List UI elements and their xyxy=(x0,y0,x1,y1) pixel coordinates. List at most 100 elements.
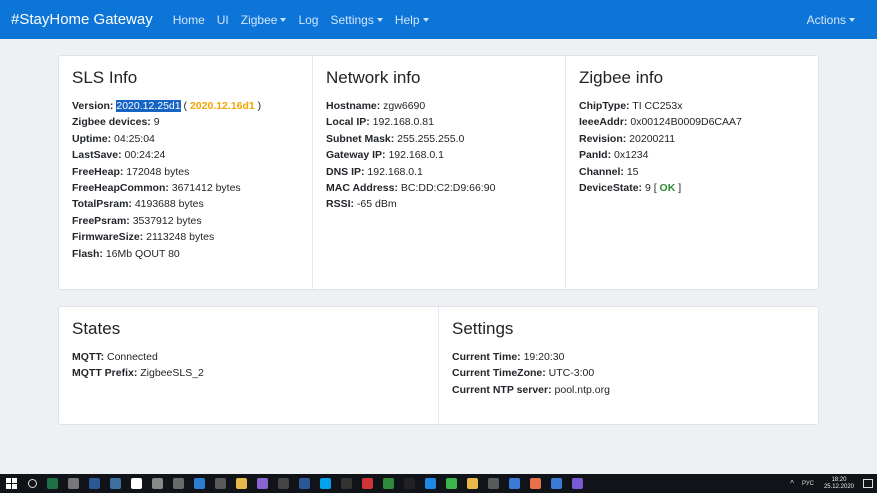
nav-ui-label: UI xyxy=(216,12,229,27)
chevron-down-icon xyxy=(376,17,383,22)
nav-help[interactable]: Help xyxy=(395,13,429,27)
nav-ui[interactable]: UI xyxy=(217,13,229,27)
row-label: DNS IP: xyxy=(326,165,365,178)
zigbee-info-panel: Zigbee info ChipType: TI CC253x IeeeAddr… xyxy=(566,56,818,289)
chrome-icon[interactable] xyxy=(467,478,478,489)
row-value: 0x00124B0009D6CAA7 xyxy=(627,116,742,129)
version-value: 2020.12.25d1 xyxy=(116,100,181,112)
clock[interactable]: 18:20 25.12.2020 xyxy=(824,477,854,491)
info-row: Local IP: 192.168.0.81 xyxy=(326,114,552,130)
row-value: zgw6690 xyxy=(380,100,426,112)
row-label: MAC Address: xyxy=(326,182,398,195)
chevron-up-icon[interactable]: ^ xyxy=(790,479,794,488)
skype-icon[interactable] xyxy=(320,478,331,489)
info-row: FreePsram: 3537912 bytes xyxy=(72,213,299,229)
row-label: Current TimeZone: xyxy=(452,367,546,380)
notification-icon[interactable] xyxy=(863,479,873,488)
status-badge: OK xyxy=(659,182,676,195)
app-icon[interactable] xyxy=(257,478,268,489)
info-row: FreeHeapCommon: 3671412 bytes xyxy=(72,180,299,196)
nav-home-label: Home xyxy=(172,12,205,27)
app-icon[interactable] xyxy=(278,478,289,489)
edge-icon[interactable] xyxy=(425,478,436,489)
row-value: UTC-3:00 xyxy=(545,367,595,380)
language-indicator[interactable]: РУС xyxy=(802,481,814,487)
info-row: PanId: 0x1234 xyxy=(579,147,805,163)
info-row: TotalPsram: 4193688 bytes xyxy=(72,196,299,212)
states-title: States xyxy=(72,319,121,338)
app-icon[interactable] xyxy=(572,478,583,489)
nav-zigbee[interactable]: Zigbee xyxy=(241,13,287,27)
system-tray: ^ РУС 18:20 25.12.2020 xyxy=(786,474,873,493)
row-value: -65 dBm xyxy=(354,198,397,211)
row-label: Local IP: xyxy=(326,116,370,129)
app-icon[interactable] xyxy=(131,478,142,489)
row-value: pool.ntp.org xyxy=(551,383,610,396)
device-state-close: ] xyxy=(675,182,682,195)
app-icon[interactable] xyxy=(299,478,310,489)
nav-log[interactable]: Log xyxy=(298,13,318,27)
firefox-icon[interactable] xyxy=(530,478,541,489)
row-value: 00:24:24 xyxy=(121,149,166,162)
row-label: Uptime: xyxy=(72,132,112,145)
app-icon[interactable] xyxy=(551,478,562,489)
row-value: 3537912 bytes xyxy=(129,214,202,227)
states-settings-card: States MQTT: Connected MQTT Prefix: Zigb… xyxy=(58,306,819,425)
sls-info-panel: SLS Info Version: 2020.12.25d1 ( 2020.12… xyxy=(59,56,313,289)
row-label: Flash: xyxy=(72,247,103,260)
info-row: DNS IP: 192.168.0.1 xyxy=(326,164,552,180)
info-row: MQTT: Connected xyxy=(72,349,425,365)
update-version-link[interactable]: 2020.12.16d1 xyxy=(190,100,255,112)
nav-home[interactable]: Home xyxy=(173,13,205,27)
row-label: FreePsram: xyxy=(72,214,130,227)
info-card: SLS Info Version: 2020.12.25d1 ( 2020.12… xyxy=(58,55,819,290)
app-icon[interactable] xyxy=(341,478,352,489)
network-info-title: Network info xyxy=(326,68,421,87)
app-icon[interactable] xyxy=(173,478,184,489)
info-row: RSSI: -65 dBm xyxy=(326,196,552,212)
app-icon[interactable] xyxy=(446,478,457,489)
row-label: TotalPsram: xyxy=(72,198,132,211)
actions-dropdown[interactable]: Actions xyxy=(807,13,855,27)
app-icon[interactable] xyxy=(68,478,79,489)
folder-icon[interactable] xyxy=(236,478,247,489)
version-open: ( xyxy=(180,100,190,112)
app-icon[interactable] xyxy=(110,478,121,489)
app-icon[interactable] xyxy=(509,478,520,489)
info-row: Uptime: 04:25:04 xyxy=(72,131,299,147)
actions-label: Actions xyxy=(806,12,846,27)
navbar: #StayHome Gateway Home UI Zigbee Log Set… xyxy=(0,0,877,39)
row-label: Gateway IP: xyxy=(326,149,386,162)
states-panel: States MQTT: Connected MQTT Prefix: Zigb… xyxy=(59,307,439,424)
app-icon[interactable] xyxy=(362,478,373,489)
app-icon[interactable] xyxy=(152,478,163,489)
version-label: Version: xyxy=(72,100,114,112)
app-icon[interactable] xyxy=(488,478,499,489)
brand-title[interactable]: #StayHome Gateway xyxy=(11,11,153,28)
row-value: 0x1234 xyxy=(611,149,649,162)
row-value: 20200211 xyxy=(626,132,676,145)
app-icon[interactable] xyxy=(194,478,205,489)
app-icon[interactable] xyxy=(215,478,226,489)
row-value: TI CC253x xyxy=(629,100,683,112)
info-row: MAC Address: BC:DD:C2:D9:66:90 xyxy=(326,180,552,196)
terminal-icon[interactable] xyxy=(404,478,415,489)
app-icon[interactable] xyxy=(89,478,100,489)
row-label: FreeHeapCommon: xyxy=(72,182,169,195)
app-icon[interactable] xyxy=(383,478,394,489)
excel-icon[interactable] xyxy=(47,478,58,489)
row-label: Current NTP server: xyxy=(452,383,552,396)
row-label: LastSave: xyxy=(72,149,122,162)
row-value: 04:25:04 xyxy=(111,132,155,145)
info-row: Hostname: zgw6690 xyxy=(326,98,552,114)
nav-settings[interactable]: Settings xyxy=(330,13,383,27)
windows-start-icon[interactable] xyxy=(6,478,17,489)
clock-date: 25.12.2020 xyxy=(823,483,854,490)
row-label: Hostname: xyxy=(326,100,381,112)
info-row: Zigbee devices: 9 xyxy=(72,114,299,130)
search-icon[interactable] xyxy=(28,479,37,488)
zigbee-info-title: Zigbee info xyxy=(579,68,664,87)
row-label: PanId: xyxy=(579,149,612,162)
row-label: RSSI: xyxy=(326,198,355,211)
info-row: Current NTP server: pool.ntp.org xyxy=(452,382,805,398)
